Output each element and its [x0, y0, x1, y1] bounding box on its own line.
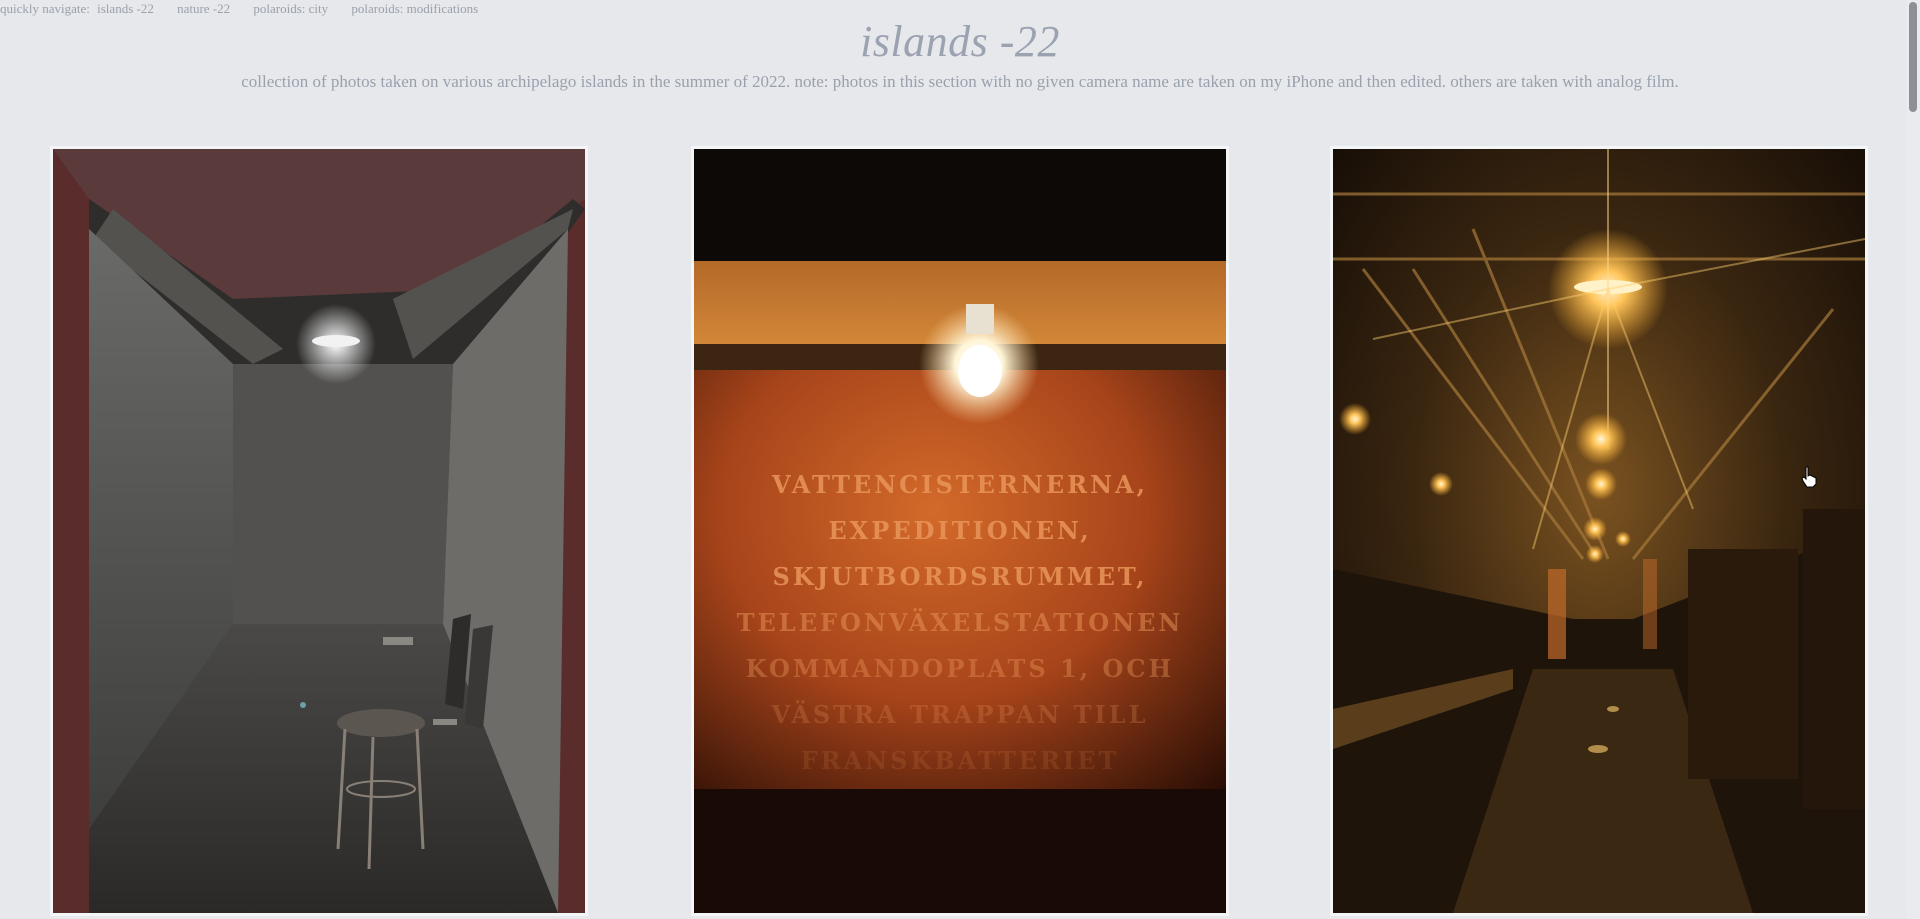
wall-text-line-4: TELEFONVÄXELSTATIONEN	[737, 608, 1184, 637]
orange-wall-illustration: VATTENCISTERNERNA, EXPEDITIONEN, SKJUTBO…	[694, 149, 1226, 913]
nav-link-islands[interactable]: islands -22	[97, 1, 154, 16]
amber-tunnel-illustration	[1333, 149, 1865, 913]
nav-link-polaroids-modifications[interactable]: polaroids: modifications	[351, 1, 478, 16]
wall-text-line-1: VATTENCISTERNERNA,	[771, 470, 1148, 499]
quick-nav: quickly navigate: islands -22 nature -22…	[0, 1, 498, 17]
page-subtitle: collection of photos taken on various ar…	[241, 72, 1679, 91]
page-title: islands -22	[860, 17, 1060, 66]
wall-text-line-7: FRANSKBATTERIET	[801, 746, 1120, 775]
photo-amber-tunnel[interactable]	[1330, 146, 1868, 916]
photo-gallery: VATTENCISTERNERNA, EXPEDITIONEN, SKJUTBO…	[50, 146, 1870, 919]
grey-room-illustration	[53, 149, 585, 913]
vertical-scrollbar[interactable]	[1906, 0, 1920, 919]
photo-amber-tunnel-image	[1333, 149, 1865, 913]
photo-orange-wall-image: VATTENCISTERNERNA, EXPEDITIONEN, SKJUTBO…	[694, 149, 1226, 913]
photo-grey-room[interactable]	[50, 146, 588, 916]
hand-pointer-icon	[1801, 466, 1817, 488]
quick-nav-label: quickly navigate:	[0, 1, 90, 16]
scrollbar-thumb[interactable]	[1909, 2, 1917, 112]
wall-text-line-6: VÄSTRA TRAPPAN TILL	[770, 700, 1148, 729]
nav-link-nature[interactable]: nature -22	[177, 1, 230, 16]
wall-text-line-2: EXPEDITIONEN,	[828, 516, 1091, 545]
photo-grey-room-image	[53, 149, 585, 913]
nav-link-polaroids-city[interactable]: polaroids: city	[253, 1, 328, 16]
wall-text-line-5: KOMMANDOPLATS 1, OCH	[746, 654, 1174, 683]
photo-orange-wall[interactable]: VATTENCISTERNERNA, EXPEDITIONEN, SKJUTBO…	[691, 146, 1229, 916]
page: quickly navigate: islands -22 nature -22…	[0, 0, 1920, 919]
wall-text-line-3: SKJUTBORDSRUMMET,	[773, 562, 1148, 591]
